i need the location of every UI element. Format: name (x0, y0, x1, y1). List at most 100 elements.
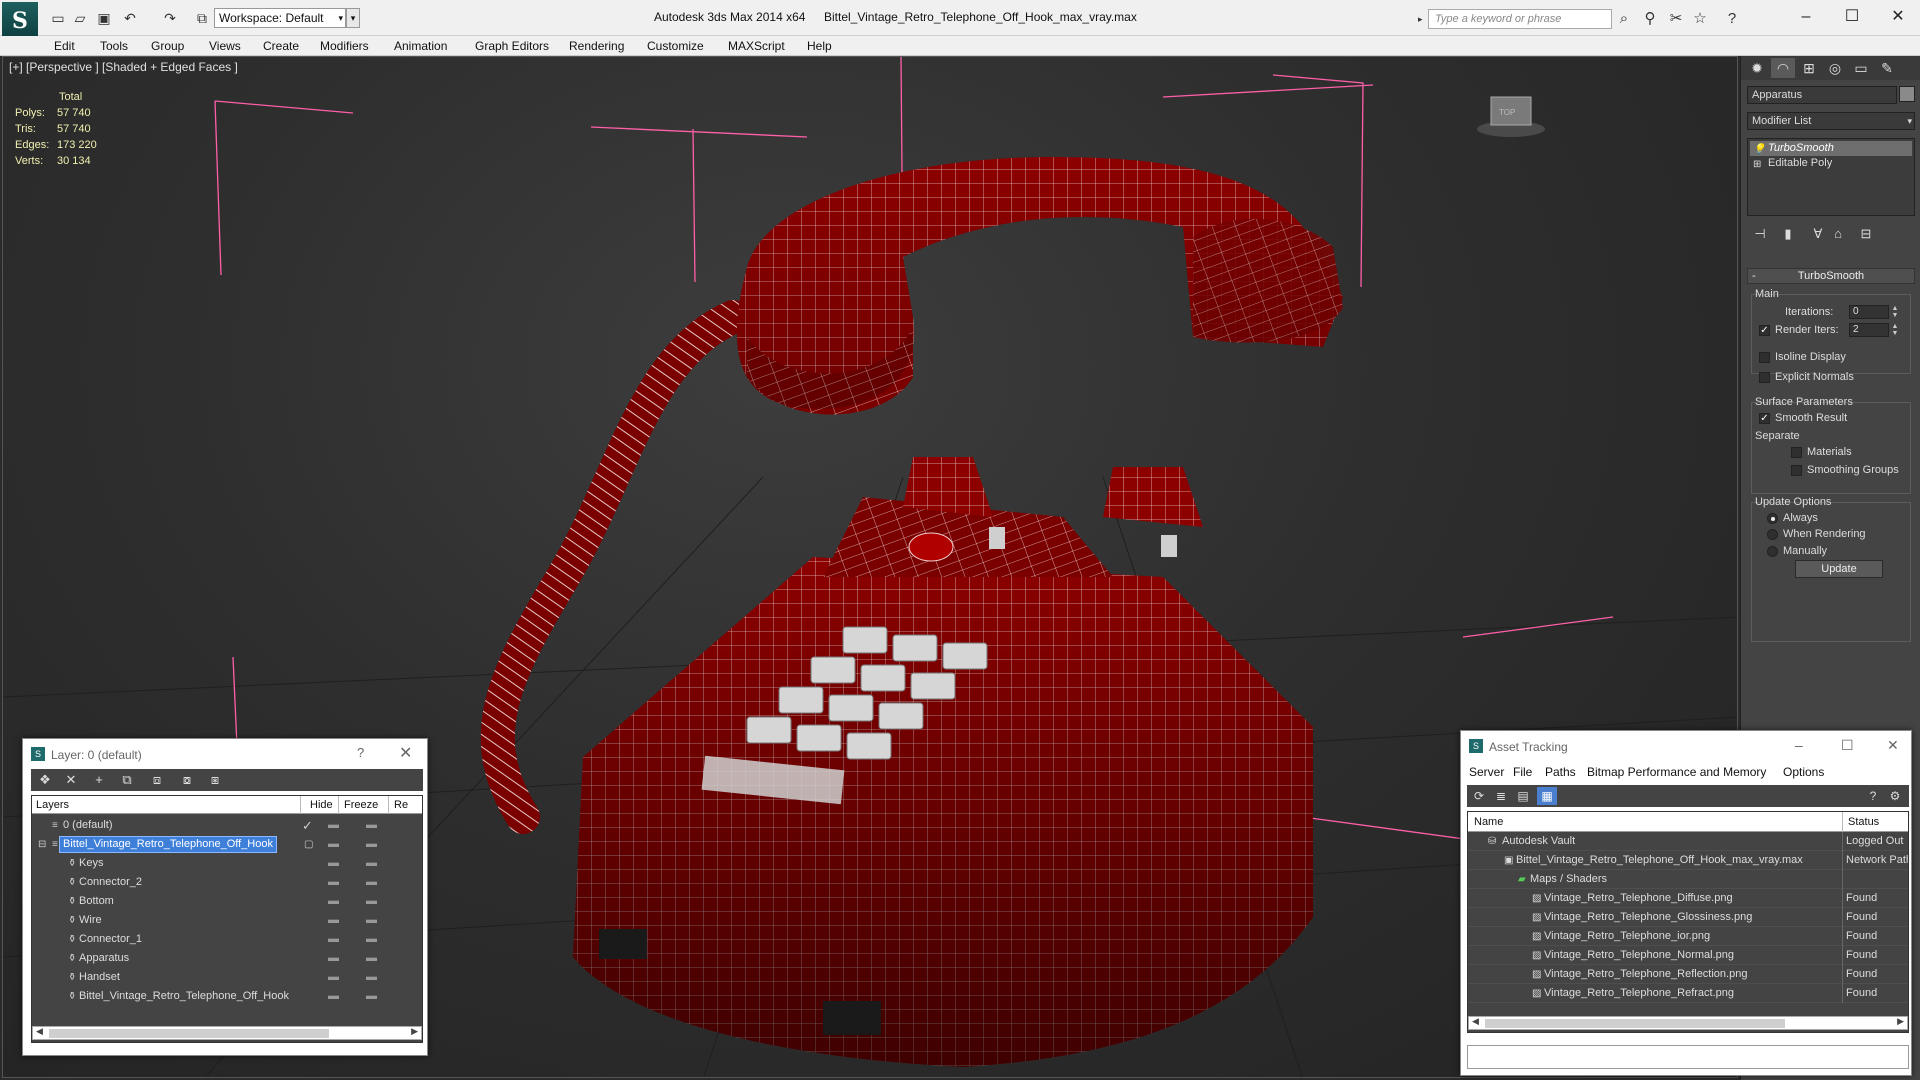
hide-toggle[interactable]: ▬ (328, 892, 339, 911)
thumbnail-view-icon[interactable]: ▤ (1513, 787, 1533, 805)
freeze-toggle[interactable]: ▬ (366, 911, 377, 930)
update-button[interactable]: Update (1795, 560, 1883, 578)
help-icon[interactable]: ? (357, 745, 364, 760)
freeze-toggle[interactable]: ▬ (366, 816, 377, 835)
display-tab-icon[interactable]: ▭ (1849, 58, 1873, 78)
scroll-left-icon[interactable]: ◀ (1472, 1016, 1479, 1027)
asset-row-max-file[interactable]: ▣ Bittel_Vintage_Retro_Telephone_Off_Hook… (1468, 851, 1908, 870)
layer-row-default[interactable]: ≡ 0 (default) ✓ ▬ ▬ (32, 816, 422, 835)
asset-row-texture[interactable]: ▨ Vintage_Retro_Telephone_Refract.png Foun… (1468, 984, 1908, 1003)
asset-menu-bitmap-performance[interactable]: Bitmap Performance and Memory (1587, 765, 1766, 779)
menu-rendering[interactable]: Rendering (569, 39, 624, 53)
column-layers[interactable]: Layers (36, 799, 69, 811)
communication-center-icon[interactable]: ✂ (1666, 9, 1686, 29)
hide-toggle[interactable]: ▬ (328, 816, 339, 835)
redo-icon[interactable]: ↷ (160, 8, 180, 28)
configure-sets-icon[interactable]: ⊟ (1855, 224, 1877, 244)
app-menu-button[interactable]: S (2, 2, 38, 40)
layer-row-telephone[interactable]: ⊟ ≡ Bittel_Vintage_Retro_Telephone_Off_H… (32, 835, 422, 854)
expand-plus-icon[interactable]: ⊞ (1753, 157, 1761, 172)
menu-graph-editors[interactable]: Graph Editors (475, 39, 549, 53)
column-freeze[interactable]: Freeze (344, 799, 378, 811)
menu-customize[interactable]: Customize (647, 39, 704, 53)
render-iters-spinner[interactable]: 2 (1849, 323, 1889, 337)
pin-stack-icon[interactable]: ⊣ (1749, 224, 1771, 244)
help-icon[interactable]: ? (1722, 9, 1742, 29)
asset-menu-options[interactable]: Options (1783, 765, 1824, 779)
freeze-toggle[interactable]: ▬ (366, 987, 377, 1006)
scroll-thumb[interactable] (49, 1029, 329, 1038)
hierarchy-tab-icon[interactable]: ⊞ (1797, 58, 1821, 78)
turbosmooth-rollout-header[interactable]: - TurboSmooth (1747, 268, 1915, 284)
asset-menu-server[interactable]: Server (1469, 765, 1504, 779)
help-icon[interactable]: ? (1863, 787, 1883, 805)
layer-horizontal-scrollbar[interactable]: ◀ ▶ (32, 1026, 422, 1040)
object-name-field[interactable]: Apparatus (1747, 86, 1897, 104)
collapse-icon[interactable]: ⊟ (38, 835, 46, 854)
asset-row-texture[interactable]: ▨ Vintage_Retro_Telephone_Normal.png Found (1468, 946, 1908, 965)
menu-views[interactable]: Views (209, 39, 241, 53)
scroll-right-icon[interactable]: ▶ (1897, 1016, 1904, 1027)
delete-layer-icon[interactable]: ✕ (61, 771, 81, 789)
menu-tools[interactable]: Tools (100, 39, 128, 53)
object-row-apparatus[interactable]: ⚱ Apparatus ▬ ▬ (32, 949, 422, 968)
binoculars-icon[interactable]: ⌕ (1614, 9, 1634, 29)
close-icon[interactable]: ✕ (1887, 737, 1899, 754)
object-row-wire[interactable]: ⚱ Wire ▬ ▬ (32, 911, 422, 930)
hide-toggle[interactable]: ▬ (328, 930, 339, 949)
maximize-icon[interactable]: ☐ (1841, 737, 1854, 754)
add-to-layer-icon[interactable]: + (89, 771, 109, 789)
manually-radio[interactable] (1767, 546, 1778, 557)
minimize-icon[interactable]: – (1795, 737, 1803, 753)
explicit-normals-checkbox[interactable] (1759, 372, 1770, 383)
current-layer-check-icon[interactable]: ✓ (302, 816, 313, 835)
iterations-spinner-arrows[interactable]: ▲ ▼ (1891, 305, 1899, 319)
menu-animation[interactable]: Animation (394, 39, 447, 53)
undo-icon[interactable]: ↶ (120, 8, 140, 28)
search-collapse-icon[interactable]: ▸ (1418, 9, 1428, 29)
freeze-toggle[interactable]: ▬ (366, 873, 377, 892)
workspace-select[interactable]: Workspace: Default ▾ (214, 8, 346, 28)
hide-toggle[interactable]: ▬ (328, 987, 339, 1006)
create-tab-icon[interactable]: ✹ (1745, 58, 1769, 78)
freeze-toggle[interactable]: ▬ (366, 835, 377, 854)
asset-row-texture[interactable]: ▨ Vintage_Retro_Telephone_Glossiness.png F… (1468, 908, 1908, 927)
close-icon[interactable]: ✕ (399, 743, 412, 763)
stack-item-editable-poly[interactable]: ⊞ Editable Poly (1750, 156, 1912, 171)
stack-item-turbosmooth[interactable]: 💡 TurboSmooth (1750, 141, 1912, 156)
hide-toggle[interactable]: ▬ (328, 854, 339, 873)
when-rendering-radio[interactable] (1767, 529, 1778, 540)
asset-row-texture[interactable]: ▨ Vintage_Retro_Telephone_Reflection.png F… (1468, 965, 1908, 984)
close-icon[interactable]: ✕ (1876, 2, 1920, 32)
asset-window-titlebar[interactable]: S Asset Tracking – ☐ ✕ (1461, 731, 1911, 761)
open-file-icon[interactable]: ▱ (70, 8, 90, 28)
column-render[interactable]: Re (394, 799, 408, 811)
render-iters-spinner-arrows[interactable]: ▲ ▼ (1891, 323, 1899, 337)
iterations-spinner[interactable]: 0 (1849, 305, 1889, 319)
freeze-toggle[interactable]: ▬ (366, 892, 377, 911)
workspace-expand-arrow[interactable]: ▾ (346, 8, 360, 28)
list-view-icon[interactable]: ≣ (1491, 787, 1511, 805)
object-row-keys[interactable]: ⚱ Keys ▬ ▬ (32, 854, 422, 873)
highlight-layer-icon[interactable]: ⧈ (147, 771, 167, 789)
remove-modifier-icon[interactable]: ⌂ (1827, 224, 1849, 244)
object-row-bottom[interactable]: ⚱ Bottom ▬ ▬ (32, 892, 422, 911)
minimize-icon[interactable]: – (1784, 2, 1828, 32)
scroll-thumb[interactable] (1485, 1019, 1785, 1028)
smoothing-groups-checkbox[interactable] (1791, 465, 1802, 476)
column-name[interactable]: Name (1474, 816, 1503, 828)
freeze-all-icon[interactable]: ⧆ (205, 771, 225, 789)
asset-row-texture[interactable]: ▨ Vintage_Retro_Telephone_Diffuse.png Foun… (1468, 889, 1908, 908)
settings-icon[interactable]: ⚙ (1885, 787, 1905, 805)
asset-menu-file[interactable]: File (1513, 765, 1532, 779)
column-hide[interactable]: Hide (310, 799, 333, 811)
save-icon[interactable]: ▣ (94, 8, 114, 28)
object-color-swatch[interactable] (1899, 86, 1915, 102)
new-layer-icon[interactable]: ❖ (35, 771, 55, 789)
hide-all-icon[interactable]: ⧇ (177, 771, 197, 789)
search-input[interactable]: Type a keyword or phrase (1428, 9, 1612, 29)
asset-menu-paths[interactable]: Paths (1545, 765, 1576, 779)
menu-edit[interactable]: Edit (54, 39, 75, 53)
menu-create[interactable]: Create (263, 39, 299, 53)
asset-horizontal-scrollbar[interactable]: ◀ ▶ (1468, 1016, 1908, 1030)
